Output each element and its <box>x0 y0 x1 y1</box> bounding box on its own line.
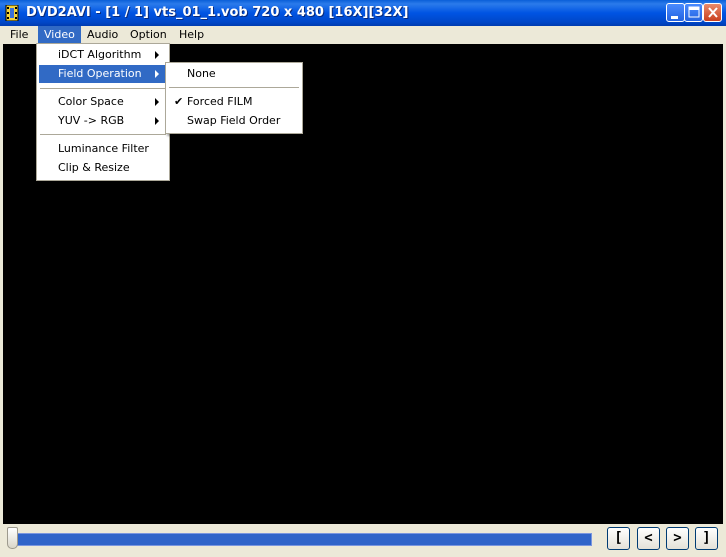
menu-item-forced-film[interactable]: ✔ Forced FILM <box>168 93 300 111</box>
maximize-icon <box>688 6 700 18</box>
menu-item-label: YUV -> RGB <box>58 114 125 127</box>
submenu-arrow-icon <box>155 70 159 78</box>
close-icon <box>708 7 718 18</box>
mark-end-icon: ] <box>702 530 711 546</box>
menu-item-none[interactable]: None <box>168 65 300 83</box>
maximize-button[interactable] <box>684 3 703 22</box>
menu-help[interactable]: Help <box>173 26 210 44</box>
menu-item-idct-algorithm[interactable]: iDCT Algorithm <box>39 46 167 64</box>
menu-item-color-space[interactable]: Color Space <box>39 93 167 111</box>
menu-item-label: Swap Field Order <box>187 114 281 127</box>
menu-item-field-operation[interactable]: Field Operation <box>39 65 167 83</box>
mark-end-button[interactable]: ] <box>695 527 718 550</box>
video-menu: iDCT Algorithm Field Operation Color Spa… <box>36 43 170 181</box>
field-operation-submenu: None ✔ Forced FILM Swap Field Order <box>165 62 303 134</box>
title-bar[interactable]: DVD2AVI - [1 / 1] vts_01_1.vob 720 x 480… <box>0 0 726 26</box>
menu-item-label: Clip & Resize <box>58 161 130 174</box>
menu-item-label: None <box>187 67 216 80</box>
mark-start-button[interactable]: [ <box>607 527 630 550</box>
menu-item-swap-field-order[interactable]: Swap Field Order <box>168 112 300 130</box>
seek-track[interactable] <box>12 533 592 546</box>
window-title: DVD2AVI - [1 / 1] vts_01_1.vob 720 x 480… <box>26 5 409 20</box>
menu-item-label: Field Operation <box>58 67 142 80</box>
menu-item-label: Luminance Filter <box>58 142 149 155</box>
menu-video[interactable]: Video <box>38 26 81 44</box>
menu-item-label: iDCT Algorithm <box>58 48 142 61</box>
menu-item-label: Forced FILM <box>187 95 253 108</box>
menu-item-label: Color Space <box>58 95 124 108</box>
seek-slider-thumb[interactable] <box>7 527 18 549</box>
menu-file[interactable]: File <box>4 26 34 44</box>
previous-button[interactable]: < <box>637 527 660 550</box>
film-icon <box>5 5 19 21</box>
submenu-arrow-icon <box>155 98 159 106</box>
menu-separator <box>40 88 166 89</box>
menu-bar: File Video Audio Option Help <box>0 26 726 44</box>
next-icon: > <box>673 530 682 546</box>
menu-item-clip-resize[interactable]: Clip & Resize <box>39 159 167 177</box>
minimize-button[interactable] <box>666 3 685 22</box>
submenu-arrow-icon <box>155 51 159 59</box>
submenu-arrow-icon <box>155 117 159 125</box>
menu-audio[interactable]: Audio <box>81 26 124 44</box>
close-button[interactable] <box>703 3 722 22</box>
menu-item-luminance-filter[interactable]: Luminance Filter <box>39 140 167 158</box>
menu-separator <box>40 134 166 135</box>
menu-item-yuv-rgb[interactable]: YUV -> RGB <box>39 112 167 130</box>
mark-start-icon: [ <box>614 530 623 546</box>
menu-separator <box>169 87 299 88</box>
next-button[interactable]: > <box>666 527 689 550</box>
checkmark-icon: ✔ <box>174 95 184 108</box>
previous-icon: < <box>644 530 653 546</box>
navigation-bar: [ < > ] <box>0 524 726 557</box>
menu-option[interactable]: Option <box>124 26 173 44</box>
